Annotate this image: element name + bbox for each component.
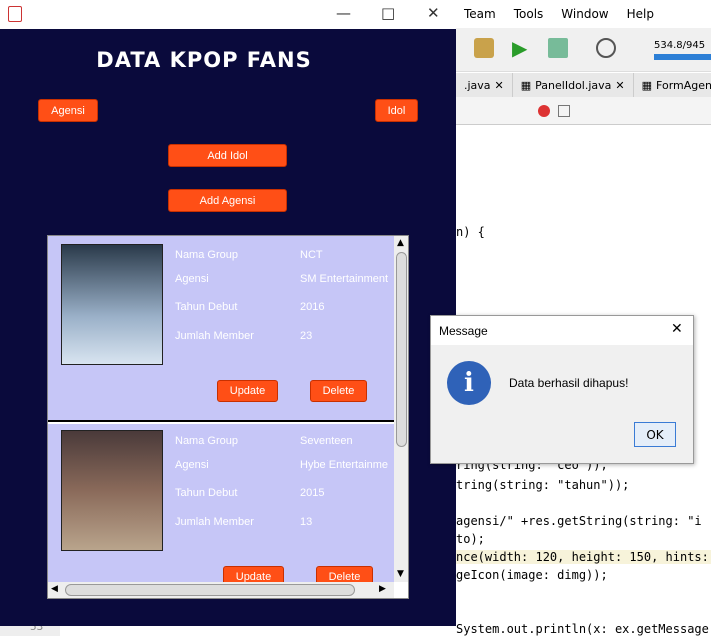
- info-icon: i: [447, 361, 491, 405]
- dialog-title: Message: [431, 316, 693, 345]
- vertical-scrollbar[interactable]: ▲ ▼: [394, 236, 408, 582]
- value-agensi: SM Entertainment: [300, 273, 389, 285]
- label-group: Nama Group: [175, 249, 238, 261]
- code-line: agensi/" +res.getString(string: "i: [456, 514, 702, 528]
- editor-toolbar: [456, 97, 711, 125]
- ide-toolbar: ▶ 534.8/945: [456, 28, 711, 72]
- stop-icon[interactable]: [558, 105, 570, 117]
- label-agensi: Agensi: [175, 273, 209, 285]
- add-idol-button[interactable]: Add Idol: [168, 144, 287, 167]
- menu-window[interactable]: Window: [561, 7, 608, 21]
- idol-card: Nama Group Seventeen Agensi Hybe Enterta…: [48, 424, 394, 588]
- record-icon[interactable]: [538, 105, 550, 117]
- label-member: Jumlah Member: [175, 516, 254, 528]
- code-line: to);: [456, 532, 485, 546]
- debug-icon[interactable]: [548, 38, 568, 58]
- update-button[interactable]: Update: [217, 380, 278, 402]
- tab-formagen[interactable]: ▦ FormAgen: [634, 73, 711, 97]
- app-window: — □ ✕ DATA KPOP FANS Agensi Idol Add Ido…: [0, 0, 456, 626]
- message-dialog: Message ✕ i Data berhasil dihapus! OK: [430, 315, 694, 464]
- dialog-message: Data berhasil dihapus!: [509, 376, 629, 390]
- value-member: 13: [300, 516, 313, 528]
- maximize-icon[interactable]: □: [381, 4, 395, 22]
- scroll-thumb[interactable]: [65, 584, 355, 596]
- menu-team[interactable]: Team: [464, 7, 496, 21]
- agensi-button[interactable]: Agensi: [38, 99, 98, 122]
- code-line: geIcon(image: dimg));: [456, 568, 608, 582]
- code-line: tring(string: "tahun"));: [456, 478, 630, 492]
- scroll-left-icon[interactable]: ◀: [51, 584, 58, 594]
- editor-tabs: .java ✕ ▦ PanelIdol.java ✕ ▦ FormAgen: [456, 73, 711, 97]
- add-agensi-button[interactable]: Add Agensi: [168, 189, 287, 212]
- tab-label: .java: [464, 78, 491, 92]
- value-group: NCT: [300, 249, 323, 261]
- label-group: Nama Group: [175, 435, 238, 447]
- idol-button[interactable]: Idol: [375, 99, 418, 122]
- ok-button[interactable]: OK: [634, 422, 676, 447]
- java-icon: [8, 6, 22, 22]
- build-icon[interactable]: [474, 38, 494, 58]
- horizontal-scrollbar[interactable]: ◀ ▶: [48, 582, 394, 598]
- delete-button[interactable]: Delete: [310, 380, 367, 402]
- menu-help[interactable]: Help: [627, 7, 654, 21]
- profile-icon[interactable]: [596, 38, 616, 58]
- ide-menubar: Team Tools Window Help: [456, 0, 711, 28]
- menu-tools[interactable]: Tools: [514, 7, 544, 21]
- idol-list[interactable]: Nama Group NCT Agensi SM Entertainment T…: [47, 235, 409, 599]
- value-agensi: Hybe Entertainme: [300, 459, 389, 471]
- label-member: Jumlah Member: [175, 330, 254, 342]
- memory-indicator[interactable]: 534.8/945: [654, 40, 711, 60]
- label-debut: Tahun Debut: [175, 487, 238, 499]
- value-group: Seventeen: [300, 435, 353, 447]
- idol-card: Nama Group NCT Agensi SM Entertainment T…: [48, 236, 394, 422]
- group-photo: [61, 244, 163, 365]
- value-debut: 2015: [300, 487, 325, 499]
- run-icon[interactable]: ▶: [512, 36, 527, 60]
- scroll-down-icon[interactable]: ▼: [397, 569, 404, 579]
- tab-label: FormAgen: [656, 78, 711, 92]
- scroll-up-icon[interactable]: ▲: [397, 238, 404, 248]
- group-photo: [61, 430, 163, 551]
- tab-panelidol[interactable]: ▦ PanelIdol.java ✕: [513, 73, 634, 97]
- label-agensi: Agensi: [175, 459, 209, 471]
- file-icon: ▦: [520, 78, 532, 92]
- app-titlebar: — □ ✕: [0, 0, 456, 29]
- scroll-right-icon[interactable]: ▶: [379, 584, 386, 594]
- page-title: DATA KPOP FANS: [96, 48, 312, 72]
- code-line: nce(width: 120, height: 150, hints: Im: [456, 550, 711, 564]
- close-icon[interactable]: ✕: [427, 4, 440, 22]
- minimize-icon[interactable]: —: [336, 4, 351, 22]
- tab-label: PanelIdol.java: [535, 78, 612, 92]
- code-line: n) {: [456, 225, 485, 239]
- label-debut: Tahun Debut: [175, 301, 238, 313]
- value-debut: 2016: [300, 301, 325, 313]
- file-icon: ▦: [641, 78, 653, 92]
- scroll-thumb[interactable]: [396, 252, 407, 447]
- memory-text: 534.8/945: [654, 40, 706, 51]
- close-icon[interactable]: ✕: [671, 321, 683, 337]
- value-member: 23: [300, 330, 313, 342]
- tab-java[interactable]: .java ✕: [456, 73, 513, 97]
- code-line: System.out.println(x: ex.getMessage());: [456, 622, 711, 636]
